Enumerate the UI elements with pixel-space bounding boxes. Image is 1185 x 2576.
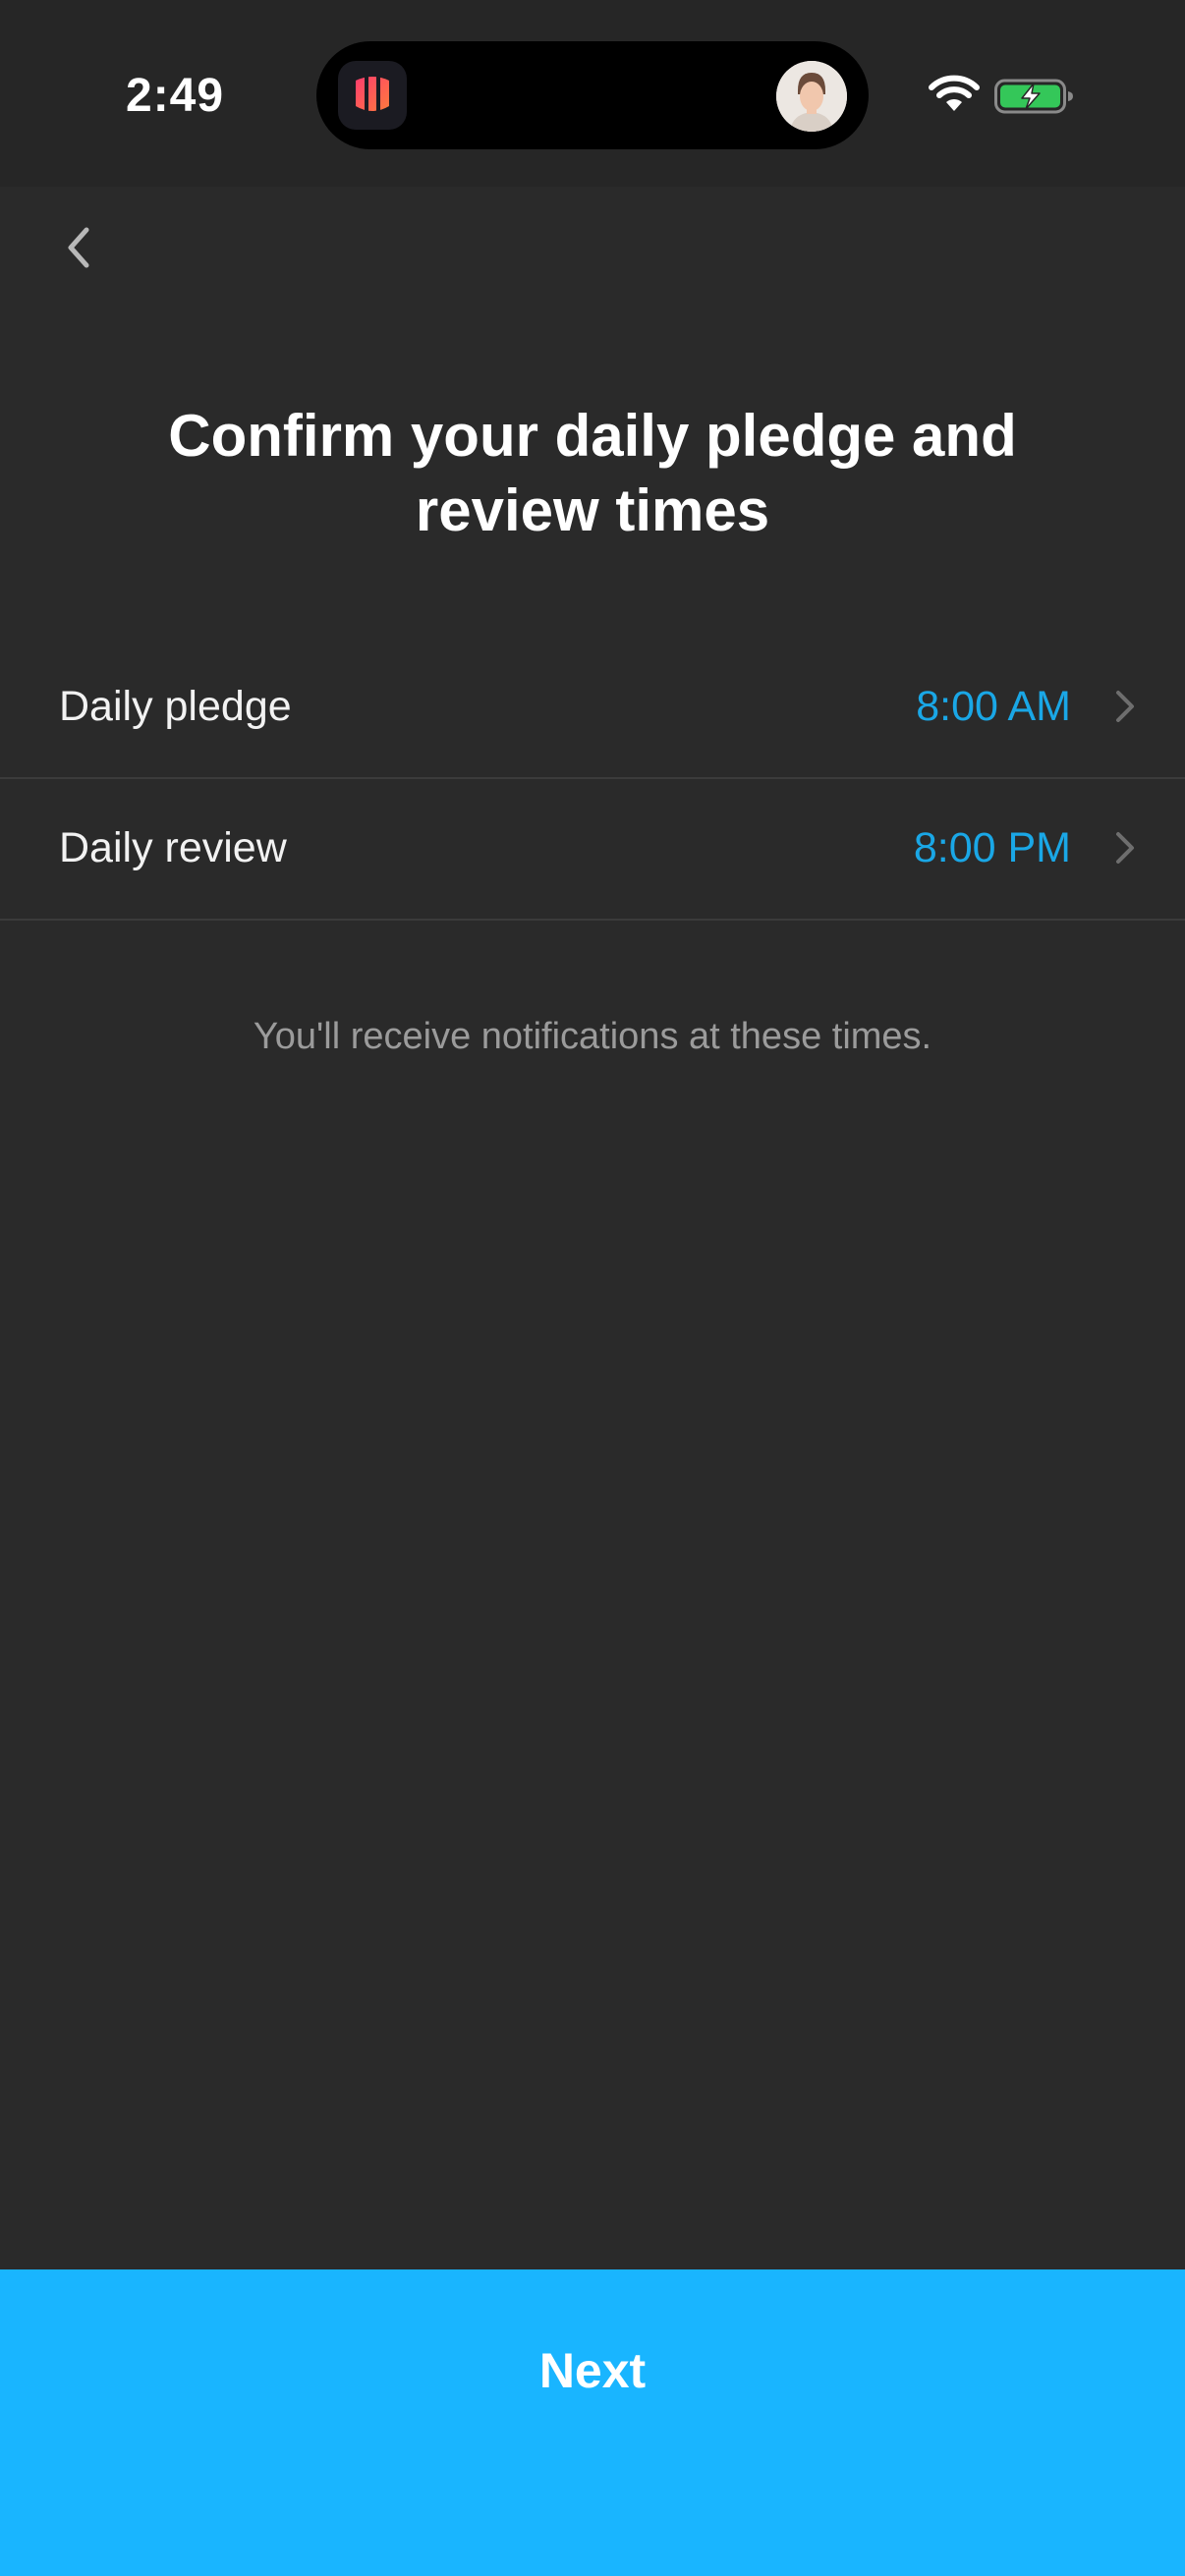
chevron-left-icon [68, 227, 89, 268]
next-button[interactable]: Next [0, 2269, 1185, 2576]
page-title-line-1: Confirm your daily pledge and [168, 403, 1017, 469]
app-icon[interactable] [338, 61, 407, 130]
back-button[interactable] [49, 218, 108, 277]
chevron-right-icon [1116, 832, 1134, 864]
daily-review-label: Daily review [59, 824, 287, 871]
daily-pledge-row[interactable]: Daily pledge 8:00 AM [0, 636, 1185, 779]
daily-review-time[interactable]: 8:00 PM [914, 824, 1071, 872]
daily-pledge-label: Daily pledge [59, 683, 292, 730]
daily-pledge-time[interactable]: 8:00 AM [916, 683, 1071, 731]
page-title-line-2: review times [415, 477, 770, 543]
dynamic-island[interactable] [316, 41, 869, 149]
notification-note: You'll receive notifications at these ti… [253, 1016, 932, 1057]
page-title: Confirm your daily pledge and review tim… [98, 399, 1087, 548]
wifi-icon [928, 75, 981, 114]
chevron-right-icon [1116, 691, 1134, 722]
daily-review-row[interactable]: Daily review 8:00 PM [0, 777, 1185, 921]
next-button-label: Next [538, 2343, 647, 2398]
battery-charging-icon [994, 77, 1075, 116]
avatar-icon[interactable] [776, 61, 847, 132]
status-time: 2:49 [126, 70, 225, 122]
status-bar: 2:49 [0, 0, 1185, 187]
